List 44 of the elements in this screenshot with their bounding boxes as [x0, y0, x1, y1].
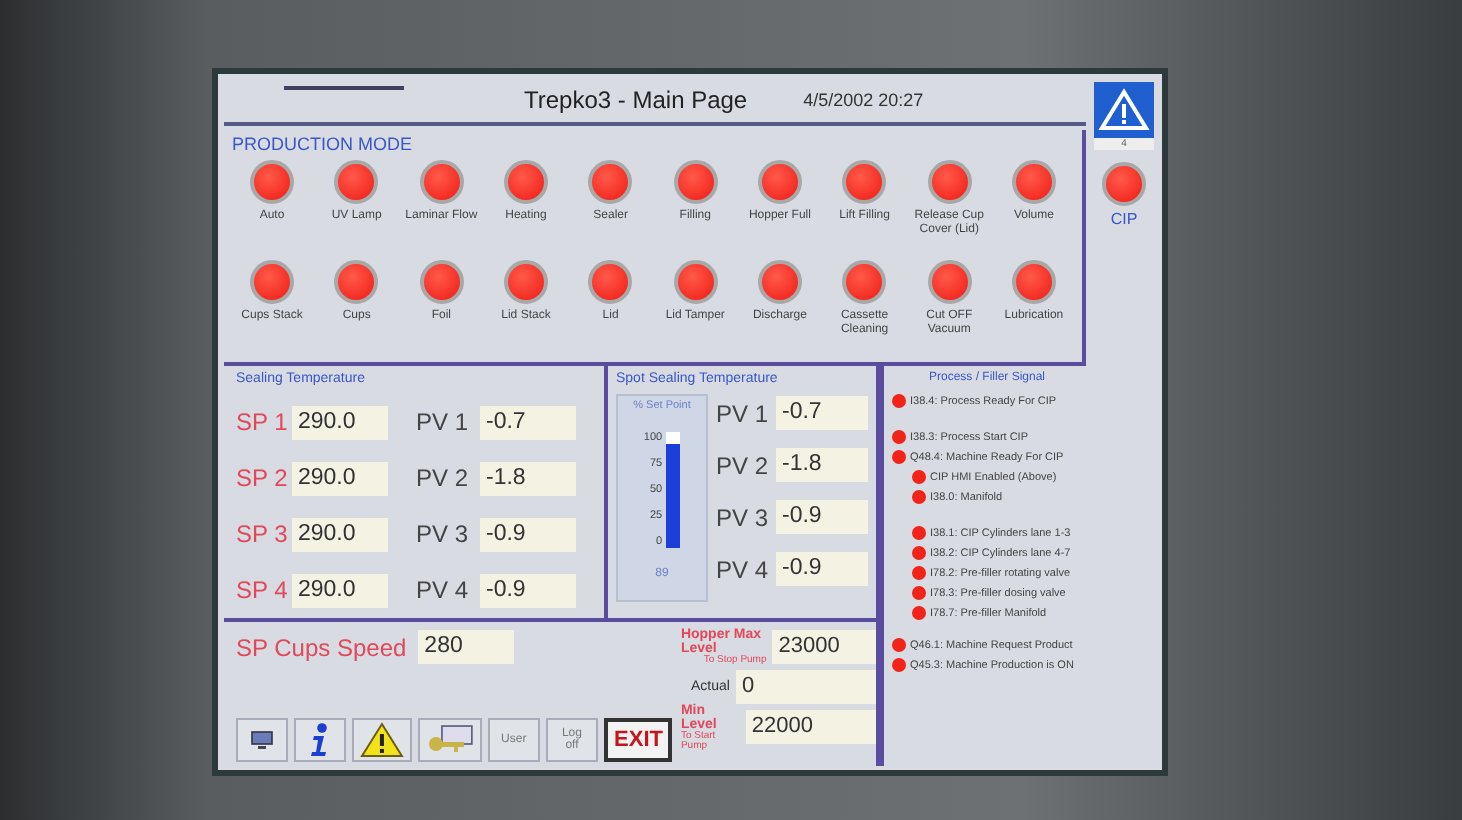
value-field: -1.8: [776, 448, 868, 482]
value-label: PV 2: [416, 464, 471, 492]
warning-button[interactable]: [352, 718, 412, 762]
value-field: -0.9: [776, 500, 868, 534]
value-field: -0.9: [480, 573, 576, 607]
alarm-button[interactable]: [1094, 82, 1154, 138]
warning-icon: [1098, 88, 1150, 132]
setpoint-label: SP 4: [236, 576, 290, 604]
value-label: PV 2: [716, 451, 771, 479]
info-button[interactable]: [294, 718, 346, 762]
value-field: -0.9: [776, 552, 868, 586]
setpoint-label: SP 1: [236, 408, 290, 436]
value-label: PV 4: [716, 555, 771, 583]
speed-field[interactable]: 280: [418, 630, 515, 664]
value-label: PV 3: [716, 503, 771, 531]
value-field: -0.9: [480, 517, 576, 551]
setpoint-label: SP 2: [236, 464, 290, 492]
level-field[interactable]: 0: [735, 670, 876, 704]
speed-label: SP Cups Speed: [236, 633, 407, 661]
value-label: PV 3: [416, 520, 471, 548]
keys-button[interactable]: [417, 718, 482, 762]
value-label: PV 1: [716, 399, 771, 427]
window-title: Trepko3 - Main Page: [524, 86, 748, 114]
setpoint-field[interactable]: 290.0: [292, 405, 388, 439]
lamp-label: CIP: [1110, 210, 1138, 228]
exit-button[interactable]: EXIT: [604, 718, 673, 762]
value-label: PV 1: [416, 408, 471, 436]
value-field: -1.8: [480, 461, 576, 495]
setpoint-label: SP 3: [236, 520, 290, 548]
level-field[interactable]: 23000: [772, 630, 876, 664]
keys-icon: [425, 724, 474, 756]
info-icon: [308, 722, 332, 758]
value-label: PV 4: [416, 576, 471, 604]
panel-title: PRODUCTION MODE: [232, 134, 414, 154]
setpoint-field[interactable]: 290.0: [292, 573, 388, 607]
value-field: -0.7: [480, 405, 576, 439]
date-time: 4/5/2002 20:27: [803, 90, 924, 110]
screen-button[interactable]: [236, 718, 288, 762]
setpoint-field[interactable]: 290.0: [292, 517, 388, 551]
level-field[interactable]: 22000: [745, 710, 876, 744]
monitor-icon: [250, 730, 274, 750]
value-field: -0.7: [776, 396, 868, 430]
setpoint-field[interactable]: 290.0: [292, 461, 388, 495]
warning-icon: [360, 722, 404, 758]
